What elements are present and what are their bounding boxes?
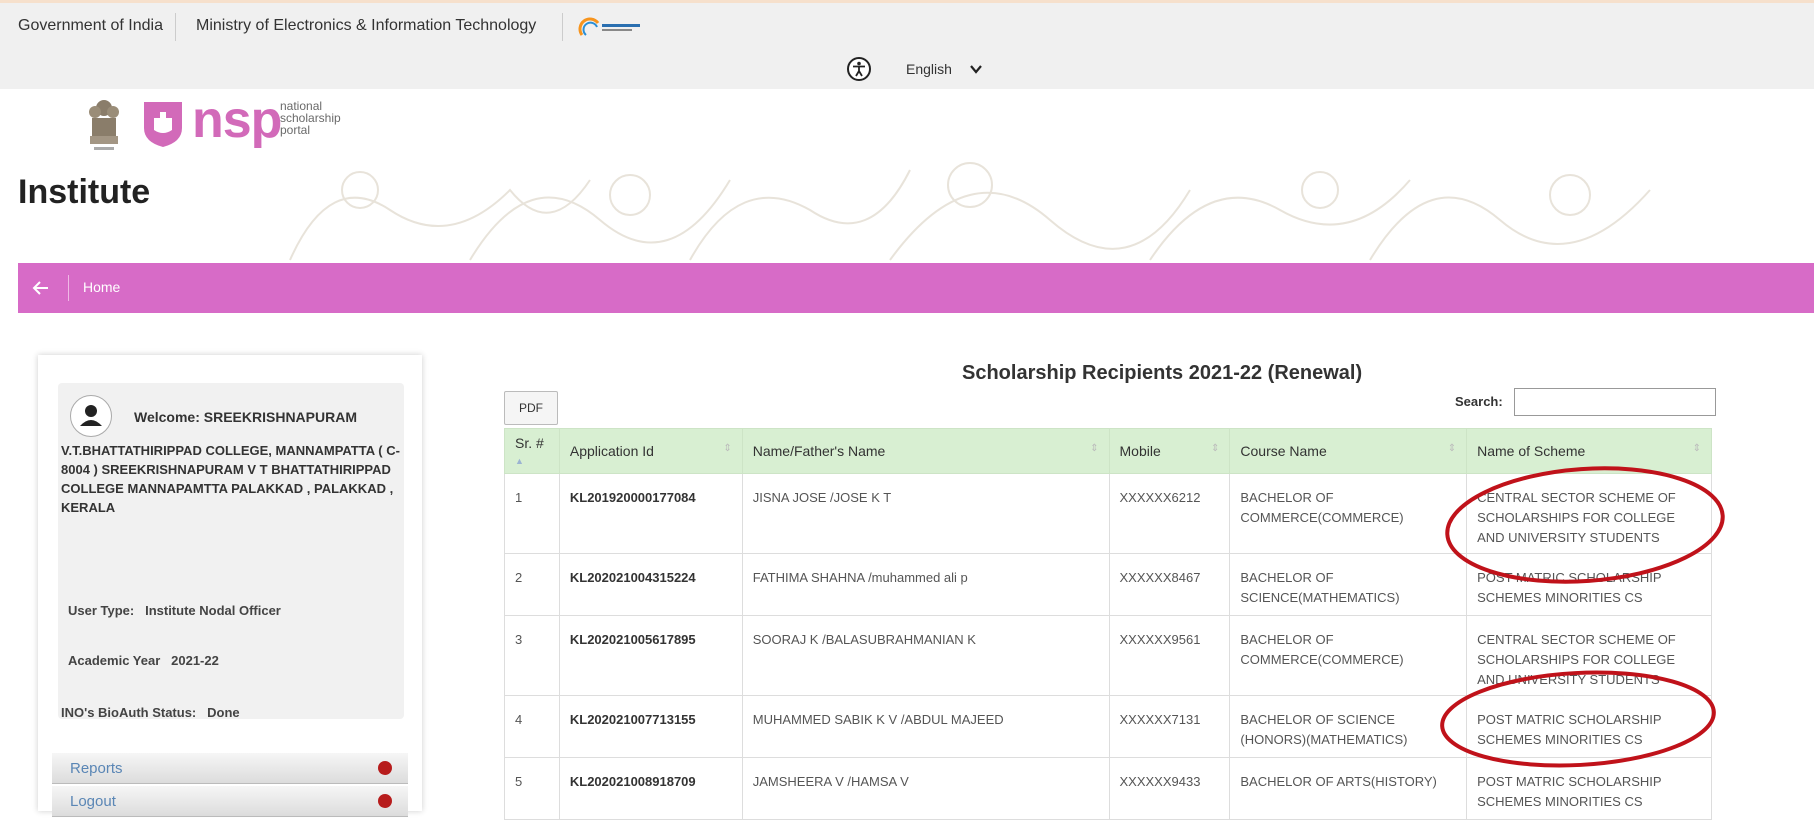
menu-reports-label: Reports: [70, 760, 123, 777]
divider: [68, 275, 69, 301]
plus-circle-icon[interactable]: [378, 761, 392, 775]
cell-scheme: CENTRAL SECTOR SCHEME OF SCHOLARSHIPS FO…: [1466, 473, 1712, 554]
chevron-down-icon[interactable]: [968, 61, 984, 77]
user-type: User Type: Institute Nodal Officer: [68, 603, 281, 618]
academic-year-value: 2021-22: [171, 653, 219, 668]
cell-course: BACHELOR OF COMMERCE(COMMERCE): [1229, 473, 1468, 554]
bioauth-label: INO's BioAuth Status:: [61, 705, 197, 720]
user-type-label: User Type:: [68, 603, 135, 618]
arrow-left-icon[interactable]: [30, 277, 52, 299]
nsp-logo-subtitle: national scholarship portal: [280, 100, 341, 136]
table-row: 5 KL202021008918709 JAMSHEERA V /HAMSA V…: [504, 757, 1712, 820]
nsp-logo-text[interactable]: nsp: [192, 94, 282, 146]
menu-logout-label: Logout: [70, 793, 116, 810]
nsp-shield-logo[interactable]: [142, 100, 184, 148]
cell-name: SOORAJ K /BALASUBRAHMANIAN K: [741, 615, 1110, 696]
search-label: Search:: [1455, 394, 1503, 409]
menu-logout[interactable]: Logout: [52, 786, 408, 817]
cell-application-id: KL202021004315224: [558, 553, 743, 616]
cell-scheme: CENTRAL SECTOR SCHEME OF SCHOLARSHIPS FO…: [1466, 615, 1712, 696]
column-header-course[interactable]: Course Name ⇕: [1229, 428, 1468, 474]
report-title: Scholarship Recipients 2021-22 (Renewal): [962, 362, 1363, 384]
digital-india-logo[interactable]: [578, 15, 650, 41]
table-row: 3 KL202021005617895 SOORAJ K /BALASUBRAH…: [504, 615, 1712, 696]
sidebar: Welcome: SREEKRISHNAPURAM V.T.BHATTATHIR…: [38, 355, 422, 817]
column-header-sr[interactable]: Sr. # ▲: [504, 428, 560, 474]
cell-course: BACHELOR OF ARTS(HISTORY): [1229, 757, 1468, 820]
cell-application-id: KL202021005617895: [558, 615, 743, 696]
pdf-export-button[interactable]: PDF: [504, 391, 558, 425]
plus-circle-icon[interactable]: [378, 794, 392, 808]
breadcrumb-home[interactable]: Home: [83, 279, 120, 295]
cell-name: MUHAMMED SABIK K V /ABDUL MAJEED: [741, 695, 1110, 758]
table-header-row: Sr. # ▲ Application Id ⇕ Name/Father's Na…: [504, 428, 1712, 474]
user-type-value: Institute Nodal Officer: [145, 603, 281, 618]
academic-year-label: Academic Year: [68, 653, 161, 668]
gov-india-link[interactable]: Government of India: [18, 17, 163, 35]
decorative-background-illustration: [289, 162, 1651, 261]
recipients-table: Sr. # ▲ Application Id ⇕ Name/Father's Na…: [504, 428, 1712, 820]
nav-bar: Home: [18, 263, 1814, 313]
language-selector[interactable]: English: [906, 61, 952, 77]
cell-scheme: POST MATRIC SCHOLARSHIP SCHEMES MINORITI…: [1466, 757, 1712, 820]
divider: [175, 13, 176, 41]
menu-reports[interactable]: Reports: [52, 753, 408, 784]
column-header-name[interactable]: Name/Father's Name ⇕: [741, 428, 1110, 474]
cell-mobile: XXXXXX6212: [1108, 473, 1231, 554]
cell-application-id: KL202021007713155: [558, 695, 743, 758]
ministry-link[interactable]: Ministry of Electronics & Information Te…: [196, 17, 536, 35]
accessibility-icon[interactable]: [847, 57, 871, 81]
cell-name: FATHIMA SHAHNA /muhammed ali p: [741, 553, 1110, 616]
page-title: Institute: [18, 173, 151, 211]
cell-application-id: KL201920000177084: [558, 473, 743, 554]
user-avatar-icon: [70, 395, 112, 437]
cell-sr: 5: [504, 757, 560, 820]
cell-course: BACHELOR OF SCIENCE (HONORS)(MATHEMATICS…: [1229, 695, 1468, 758]
search-input[interactable]: [1514, 388, 1716, 416]
column-header-scheme[interactable]: Name of Scheme ⇕: [1466, 428, 1712, 474]
table-row: 1 KL201920000177084 JISNA JOSE /JOSE K T…: [504, 473, 1712, 554]
bioauth-status: INO's BioAuth Status: Done: [61, 705, 240, 720]
table-row: 4 KL202021007713155 MUHAMMED SABIK K V /…: [504, 695, 1712, 758]
national-emblem-logo: [89, 100, 119, 150]
cell-sr: 3: [504, 615, 560, 696]
cell-mobile: XXXXXX9433: [1108, 757, 1231, 820]
cell-sr: 4: [504, 695, 560, 758]
cell-sr: 1: [504, 473, 560, 554]
divider: [562, 13, 563, 41]
cell-scheme: POST MATRIC SCHOLARSHIP SCHEMES MINORITI…: [1466, 695, 1712, 758]
table-row: 2 KL202021004315224 FATHIMA SHAHNA /muha…: [504, 553, 1712, 616]
cell-mobile: XXXXXX7131: [1108, 695, 1231, 758]
bioauth-value: Done: [207, 705, 240, 720]
user-info-panel: Welcome: SREEKRISHNAPURAM V.T.BHATTATHIR…: [58, 383, 404, 720]
cell-mobile: XXXXXX9561: [1108, 615, 1231, 696]
cell-name: JISNA JOSE /JOSE K T: [741, 473, 1110, 554]
cell-application-id: KL202021008918709: [558, 757, 743, 820]
column-header-mobile[interactable]: Mobile ⇕: [1108, 428, 1231, 474]
college-name: V.T.BHATTATHIRIPPAD COLLEGE, MANNAMPATTA…: [61, 443, 400, 515]
cell-name: JAMSHEERA V /HAMSA V: [741, 757, 1110, 820]
cell-course: BACHELOR OF COMMERCE(COMMERCE): [1229, 615, 1468, 696]
academic-year: Academic Year 2021-22: [68, 653, 219, 668]
top-bar: Government of India Ministry of Electron…: [0, 0, 1814, 89]
cell-mobile: XXXXXX8467: [1108, 553, 1231, 616]
logo-sub-line: portal: [280, 123, 311, 137]
column-header-application-id[interactable]: Application Id ⇕: [558, 428, 743, 474]
welcome-text: Welcome: SREEKRISHNAPURAM: [134, 409, 357, 425]
cell-course: BACHELOR OF SCIENCE(MATHEMATICS): [1229, 553, 1468, 616]
cell-scheme: POST MATRIC SCHOLARSHIP SCHEMES MINORITI…: [1466, 553, 1712, 616]
cell-sr: 2: [504, 553, 560, 616]
